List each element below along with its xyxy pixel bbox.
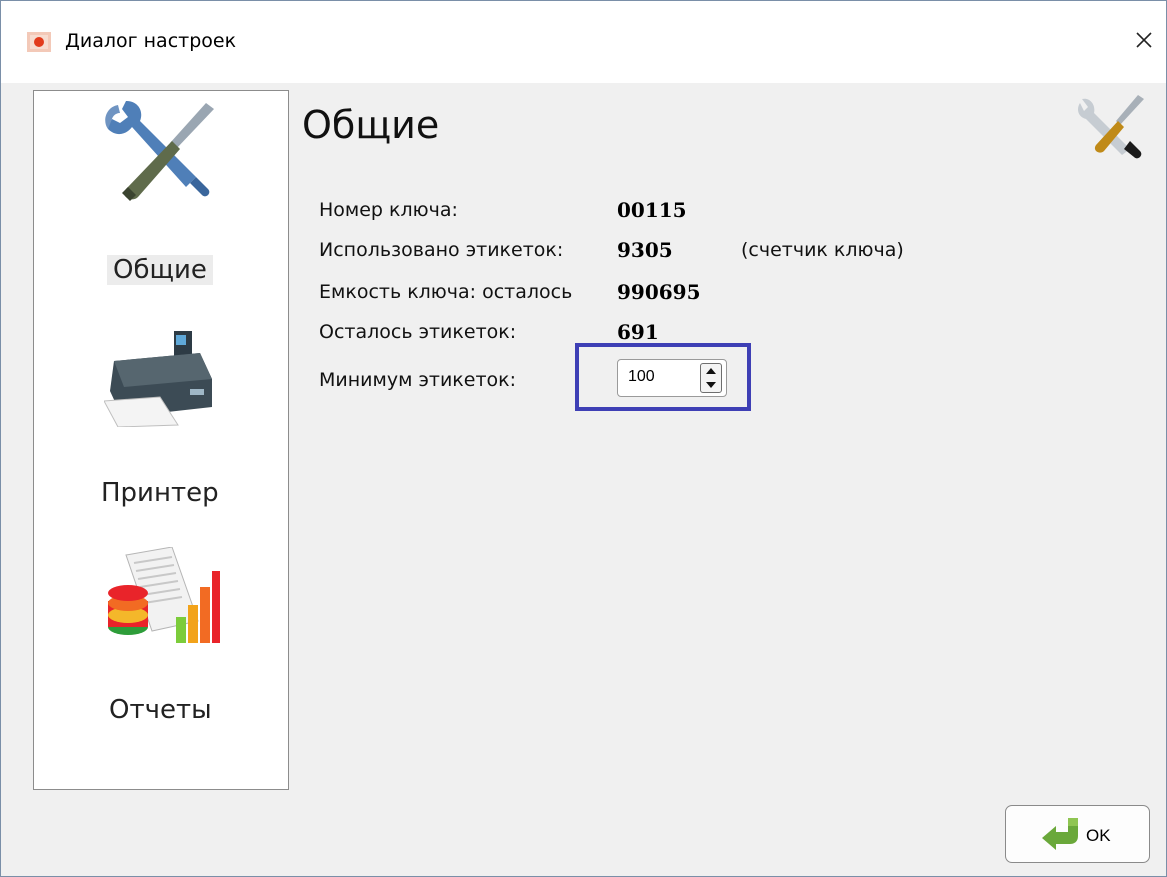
key-number-value: 00115 [617, 198, 687, 222]
sidebar-item-label: Общие [107, 255, 213, 285]
sidebar-item-printer[interactable]: Принтер [34, 321, 288, 511]
sidebar-item-label: Принтер [101, 478, 219, 508]
key-capacity-label: Емкость ключа: осталось [319, 281, 573, 303]
min-labels-stepper[interactable]: 100 [617, 359, 727, 397]
used-labels-label: Использовано этикеток: [319, 239, 564, 261]
sidebar-item-reports[interactable]: Отчеты [34, 541, 288, 731]
key-counter-note: (счетчик ключа) [741, 239, 904, 261]
title-bar: Диалог настроек [1, 1, 1166, 83]
close-icon[interactable] [1129, 25, 1159, 55]
app-logo-icon [27, 32, 51, 52]
key-number-label: Номер ключа: [319, 199, 458, 221]
labels-left-label: Осталось этикеток: [319, 321, 517, 343]
key-capacity-value: 990695 [617, 280, 701, 304]
sidebar-item-general[interactable]: Общие [34, 91, 288, 296]
tools-icon [105, 101, 214, 201]
green-arrow-icon [1042, 818, 1078, 850]
ok-button[interactable]: OK [1005, 805, 1150, 863]
used-labels-value: 9305 [617, 238, 673, 262]
tools-icon [1078, 95, 1144, 159]
printer-icon [104, 331, 212, 427]
min-labels-label: Минимум этикеток: [319, 369, 517, 391]
stepper-down-icon[interactable] [701, 378, 721, 392]
ok-label: OK [1086, 826, 1111, 845]
window-title: Диалог настроек [65, 30, 237, 52]
reports-icon [108, 547, 220, 643]
stepper-up-icon[interactable] [701, 364, 721, 378]
min-labels-value[interactable]: 100 [628, 368, 655, 386]
labels-left-value: 691 [617, 320, 659, 344]
settings-dialog: Диалог настроек Общие Принтер Отчеты Общ… [0, 0, 1167, 877]
settings-sidebar: Общие Принтер Отчеты [33, 90, 289, 790]
sidebar-item-label: Отчеты [109, 695, 212, 725]
page-title: Общие [302, 103, 440, 147]
stepper-buttons [700, 363, 722, 393]
